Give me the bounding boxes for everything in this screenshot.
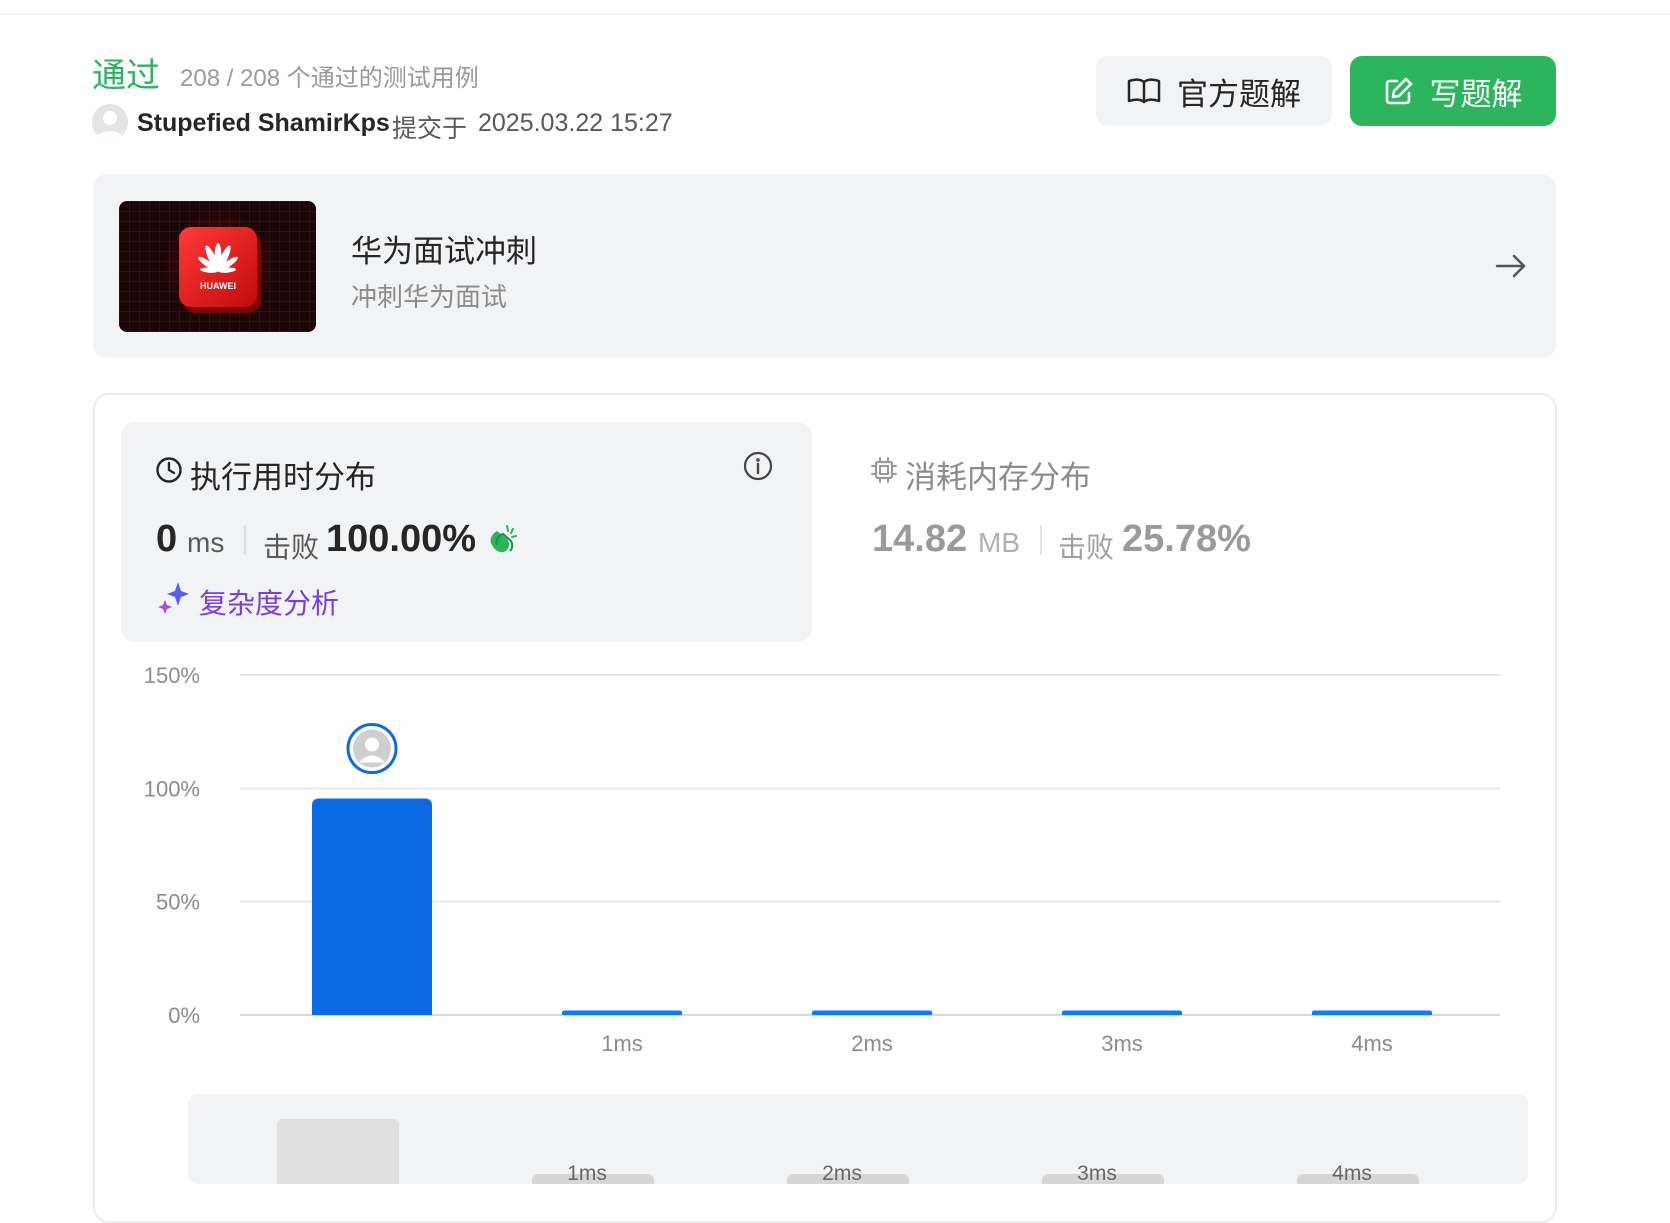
huawei-logo: HUAWEI xyxy=(179,227,257,307)
write-solution-button[interactable]: 写题解 xyxy=(1350,56,1556,126)
banner-title: 华为面试冲刺 xyxy=(351,234,537,269)
chart-bar[interactable] xyxy=(1312,1010,1432,1015)
user-name[interactable]: Stupefied ShamirKps xyxy=(137,109,390,138)
official-solution-label: 官方题解 xyxy=(1177,76,1301,112)
sparkle-icon xyxy=(158,582,189,614)
user-avatar[interactable] xyxy=(92,104,128,140)
runtime-beat-label: 击败 xyxy=(263,532,320,563)
navigator-svg: 1ms 2ms 3ms 4ms xyxy=(277,1119,1419,1190)
runtime-distribution-chart[interactable]: 0% 50% 100% 150% 1ms 2ms 3ms 4ms xyxy=(120,660,1520,1080)
official-solution-button[interactable]: 官方题解 xyxy=(1096,56,1332,126)
complexity-analysis-link[interactable]: 复杂度分析 xyxy=(199,582,339,622)
banner-subtitle: 冲刺华为面试 xyxy=(351,282,508,312)
avatar-icon xyxy=(92,104,128,140)
x-tick-label: 4ms xyxy=(1351,1031,1393,1056)
submit-time: 2025.03.22 15:27 xyxy=(478,109,673,137)
navigator-label: 2ms xyxy=(822,1162,862,1184)
chart-bar[interactable] xyxy=(312,798,432,1015)
logo-text: HUAWEI xyxy=(200,281,236,291)
x-tick-label: 3ms xyxy=(1101,1031,1143,1056)
x-tick-label: 1ms xyxy=(601,1031,643,1056)
arrow-right-icon xyxy=(1495,254,1526,278)
chart-navigator[interactable]: 1ms 2ms 3ms 4ms xyxy=(188,1094,1528,1190)
runtime-unit: ms xyxy=(187,527,225,558)
submit-label: 提交于 xyxy=(392,115,468,143)
divider xyxy=(244,525,246,555)
navigator-label: 4ms xyxy=(1332,1162,1372,1184)
chart-bar[interactable] xyxy=(562,1010,682,1015)
memory-value: 14.82 xyxy=(872,518,968,560)
chart-bar[interactable] xyxy=(1062,1010,1182,1015)
edit-icon xyxy=(1385,77,1412,105)
x-tick-label: 2ms xyxy=(851,1031,893,1056)
chart-bar[interactable] xyxy=(812,1010,932,1015)
runtime-value: 0 xyxy=(156,518,178,560)
y-tick-label: 150% xyxy=(144,663,200,688)
clapping-hands-icon xyxy=(490,525,517,553)
memory-beat-value: 25.78% xyxy=(1122,518,1251,560)
user-position-avatar xyxy=(346,723,398,775)
navigator-label: 3ms xyxy=(1077,1162,1117,1184)
y-tick-label: 100% xyxy=(144,776,200,801)
submission-status: 通过 xyxy=(92,57,160,95)
book-icon xyxy=(1127,78,1161,104)
y-tick-label: 50% xyxy=(156,890,200,915)
y-tick-label: 0% xyxy=(168,1003,200,1028)
top-divider xyxy=(0,14,1670,15)
divider xyxy=(1040,525,1042,555)
runtime-title: 执行用时分布 xyxy=(190,460,376,495)
runtime-beat-value: 100.00% xyxy=(326,518,477,560)
clock-icon xyxy=(156,457,182,483)
info-icon[interactable] xyxy=(742,450,774,482)
test-cases-summary: 208 / 208 个通过的测试用例 xyxy=(180,65,479,92)
chip-icon xyxy=(871,457,897,483)
memory-title[interactable]: 消耗内存分布 xyxy=(905,452,1091,497)
navigator-label: 1ms xyxy=(567,1162,607,1184)
memory-unit: MB xyxy=(978,527,1020,558)
navigator-bar xyxy=(277,1119,399,1190)
memory-beat-label: 击败 xyxy=(1058,532,1115,563)
study-plan-banner[interactable]: HUAWEI 华为面试冲刺 冲刺华为面试 xyxy=(93,174,1556,358)
write-solution-label: 写题解 xyxy=(1429,76,1523,112)
banner-thumbnail: HUAWEI xyxy=(119,201,316,332)
